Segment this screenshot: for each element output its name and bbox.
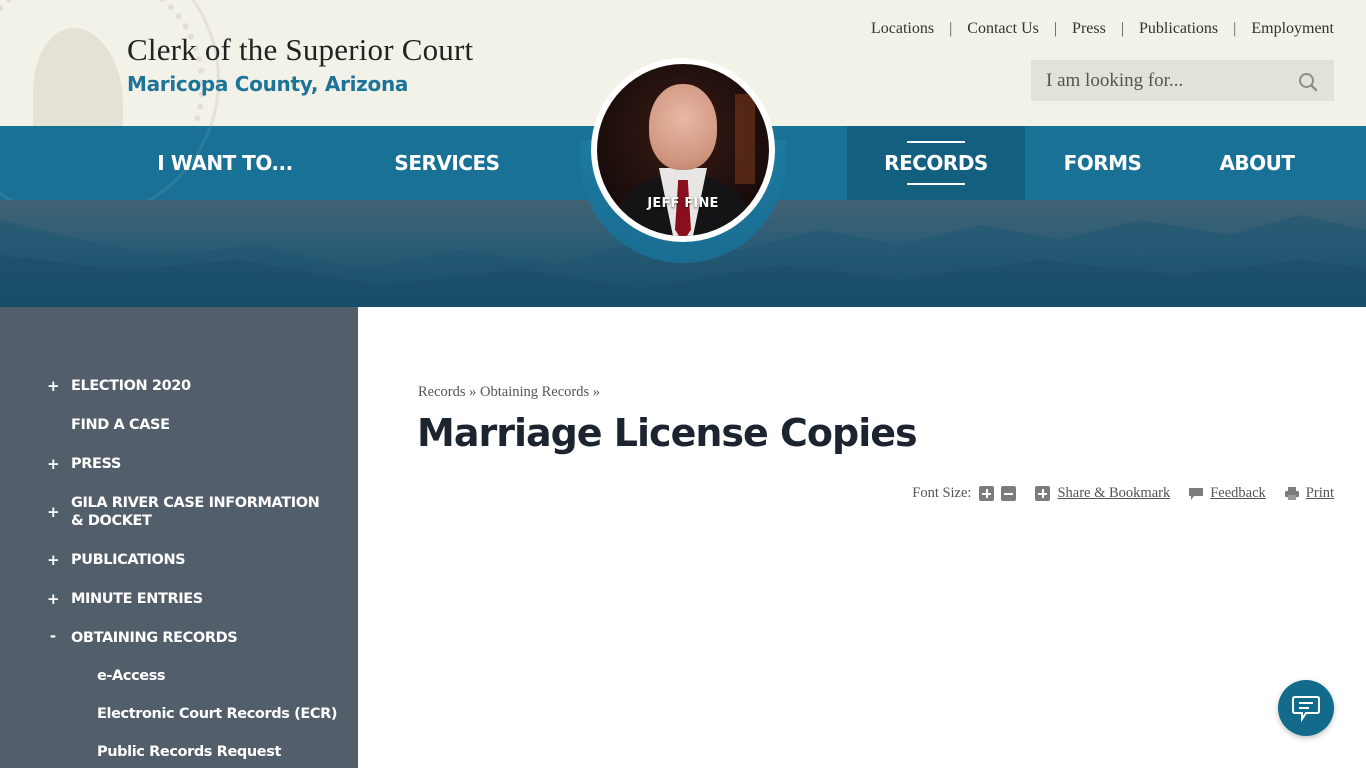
clerk-name: JEFF FINE bbox=[647, 196, 719, 211]
breadcrumb-link-obtaining-records[interactable]: Obtaining Records bbox=[480, 384, 589, 400]
utility-link-contact-us[interactable]: Contact Us bbox=[967, 20, 1039, 38]
breadcrumb-separator: » bbox=[592, 384, 601, 400]
speech-bubble-icon bbox=[1189, 487, 1204, 500]
background-drape bbox=[735, 94, 755, 184]
printer-icon bbox=[1284, 487, 1299, 500]
utility-link-publications[interactable]: Publications bbox=[1139, 20, 1218, 38]
sidebar-item-obtaining-records[interactable]: OBTAINING RECORDS bbox=[71, 629, 331, 647]
chat-button[interactable] bbox=[1278, 680, 1334, 736]
nav-item-records[interactable]: RECORDS bbox=[847, 126, 1025, 200]
sidebar-item-election-2020[interactable]: ELECTION 2020 bbox=[71, 377, 331, 395]
sidebar-item-find-a-case[interactable]: FIND A CASE bbox=[71, 416, 331, 434]
utility-link-press[interactable]: Press bbox=[1072, 20, 1106, 38]
sidebar-item-minute-entries[interactable]: MINUTE ENTRIES bbox=[71, 590, 331, 608]
utility-link-locations[interactable]: Locations bbox=[871, 20, 934, 38]
search-box bbox=[1031, 60, 1334, 101]
active-indicator bbox=[907, 141, 965, 143]
chat-icon bbox=[1292, 696, 1320, 722]
expand-toggle[interactable]: + bbox=[47, 590, 60, 608]
page-tools: Font Size: Share & Bookmark Feedback Pri… bbox=[912, 485, 1334, 502]
print-link[interactable]: Print bbox=[1306, 485, 1334, 502]
separator: | bbox=[1120, 20, 1125, 37]
font-size-label: Font Size: bbox=[912, 485, 972, 501]
feedback-link[interactable]: Feedback bbox=[1210, 485, 1266, 502]
sidebar-subitem-public-records-request[interactable]: Public Records Request bbox=[97, 744, 281, 760]
breadcrumb-separator: » bbox=[469, 384, 477, 400]
share-bookmark-link[interactable]: Share & Bookmark bbox=[1057, 485, 1170, 502]
sidebar-subitem-ecr[interactable]: Electronic Court Records (ECR) bbox=[97, 706, 337, 722]
plus-square-icon[interactable] bbox=[979, 486, 995, 501]
breadcrumb-link-records[interactable]: Records bbox=[418, 384, 466, 400]
active-indicator bbox=[907, 183, 965, 185]
site-title[interactable]: Clerk of the Superior Court bbox=[127, 32, 473, 68]
utility-nav: Locations | Contact Us | Press | Publica… bbox=[871, 20, 1334, 38]
page-title: Marriage License Copies bbox=[417, 411, 918, 455]
minus-square-icon[interactable] bbox=[1001, 486, 1017, 501]
sidebar-item-press[interactable]: PRESS bbox=[71, 455, 331, 473]
main-content: Records » Obtaining Records » Marriage L… bbox=[358, 307, 1366, 768]
expand-toggle[interactable]: + bbox=[47, 551, 60, 569]
expand-toggle[interactable]: + bbox=[47, 377, 60, 395]
nav-item-services[interactable]: SERVICES bbox=[352, 126, 542, 200]
site-subtitle[interactable]: Maricopa County, Arizona bbox=[127, 72, 408, 96]
breadcrumb: Records » Obtaining Records » bbox=[418, 384, 600, 401]
nav-item-forms[interactable]: FORMS bbox=[1025, 126, 1180, 200]
utility-link-employment[interactable]: Employment bbox=[1251, 20, 1334, 38]
separator: | bbox=[1233, 20, 1237, 37]
expand-toggle[interactable]: + bbox=[47, 455, 60, 473]
nav-item-about[interactable]: ABOUT bbox=[1180, 126, 1334, 200]
search-icon[interactable] bbox=[1298, 72, 1318, 92]
nav-item-i-want-to[interactable]: I WANT TO... bbox=[130, 126, 320, 200]
collapse-toggle[interactable]: - bbox=[47, 627, 59, 645]
sidebar-subitem-e-access[interactable]: e-Access bbox=[97, 668, 166, 684]
separator: | bbox=[1053, 20, 1058, 37]
clerk-portrait[interactable]: JEFF FINE bbox=[591, 58, 775, 242]
expand-toggle[interactable]: + bbox=[47, 503, 60, 521]
head bbox=[649, 84, 717, 170]
separator: | bbox=[949, 20, 953, 37]
sidebar-nav: + ELECTION 2020 FIND A CASE + PRESS + GI… bbox=[0, 307, 358, 768]
nav-item-label: RECORDS bbox=[884, 151, 988, 175]
sidebar-item-gila-river[interactable]: GILA RIVER CASE INFORMATION & DOCKET bbox=[71, 494, 331, 530]
search-input[interactable] bbox=[1031, 69, 1281, 92]
plus-square-icon bbox=[1035, 486, 1051, 501]
sidebar-item-publications[interactable]: PUBLICATIONS bbox=[71, 551, 331, 569]
